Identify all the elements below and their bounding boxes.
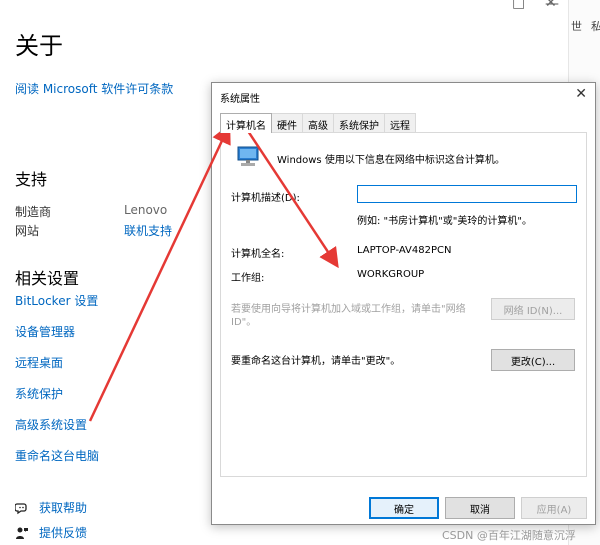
workgroup-value: WORKGROUP bbox=[357, 269, 425, 280]
device-manager-link[interactable]: 设备管理器 bbox=[15, 323, 75, 340]
network-id-button[interactable]: 网络 ID(N)... bbox=[491, 298, 575, 320]
website-label: 网站 bbox=[15, 224, 40, 238]
computer-name-panel: Windows 使用以下信息在网络中标识这台计算机。 计算机描述(D): 例如:… bbox=[220, 132, 587, 477]
computer-monitor-icon bbox=[235, 145, 261, 173]
system-properties-dialog: 系统属性 ✕ 计算机名 硬件 高级 系统保护 远程 Windows 使用以下信息… bbox=[211, 82, 596, 525]
feedback-label: 提供反馈 bbox=[39, 526, 88, 540]
computer-description-input[interactable] bbox=[357, 185, 577, 203]
tab-system-protection[interactable]: 系统保护 bbox=[333, 113, 385, 132]
restore-icon[interactable]: □ bbox=[512, 0, 525, 11]
related-settings-title: 相关设置 bbox=[15, 269, 80, 288]
rename-pc-link[interactable]: 重命名这台电脑 bbox=[15, 447, 99, 464]
get-help-row[interactable]: 获取帮助 bbox=[14, 499, 88, 516]
full-name-label: 计算机全名: bbox=[231, 249, 285, 260]
computer-description-label: 计算机描述(D): bbox=[231, 193, 300, 204]
csdn-watermark: CSDN @百年江湖随意沉浮 bbox=[442, 529, 576, 542]
ok-button[interactable]: 确定 bbox=[369, 497, 439, 519]
manufacturer-value: Lenovo bbox=[124, 203, 168, 217]
dialog-title: 系统属性 bbox=[220, 94, 260, 105]
tab-hardware[interactable]: 硬件 bbox=[271, 113, 303, 132]
feedback-row[interactable]: 提供反馈 bbox=[15, 524, 87, 541]
page-title: 关于 bbox=[15, 32, 63, 60]
description-example: 例如: "书房计算机"或"美玲的计算机"。 bbox=[357, 216, 532, 227]
get-help-label: 获取帮助 bbox=[39, 501, 88, 515]
strip-char-1: 世 bbox=[571, 20, 582, 33]
dialog-close-icon[interactable]: ✕ bbox=[575, 86, 587, 102]
remote-desktop-link[interactable]: 远程桌面 bbox=[15, 354, 63, 371]
tab-remote[interactable]: 远程 bbox=[384, 113, 416, 132]
apply-button[interactable]: 应用(A) bbox=[521, 497, 587, 519]
license-terms-link[interactable]: 阅读 Microsoft 软件许可条款 bbox=[15, 80, 173, 97]
full-name-value: LAPTOP-AV482PCN bbox=[357, 245, 452, 256]
change-button[interactable]: 更改(C)... bbox=[491, 349, 575, 371]
support-section-title: 支持 bbox=[15, 170, 48, 189]
system-protection-link[interactable]: 系统保护 bbox=[15, 385, 63, 402]
online-support-link[interactable]: 联机支持 bbox=[124, 222, 172, 239]
dialog-tabs: 计算机名 硬件 高级 系统保护 远程 bbox=[220, 113, 416, 133]
feedback-person-icon bbox=[15, 526, 29, 540]
rename-hint: 要重命名这台计算机，请单击"更改"。 bbox=[231, 356, 401, 367]
tab-advanced[interactable]: 高级 bbox=[302, 113, 334, 132]
tab-computer-name[interactable]: 计算机名 bbox=[220, 113, 272, 133]
manufacturer-label: 制造商 bbox=[15, 205, 52, 219]
window-close-icon[interactable]: ✕ bbox=[545, 0, 557, 11]
bitlocker-settings-link[interactable]: BitLocker 设置 bbox=[15, 292, 98, 309]
chat-help-icon bbox=[14, 501, 29, 515]
cancel-button[interactable]: 取消 bbox=[445, 497, 515, 519]
network-hint-line2: ID"。 bbox=[231, 317, 257, 328]
workgroup-label: 工作组: bbox=[231, 273, 265, 284]
advanced-system-settings-link[interactable]: 高级系统设置 bbox=[15, 416, 87, 433]
network-hint-line1: 若要使用向导将计算机加入域或工作组，请单击"网络 bbox=[231, 304, 466, 315]
strip-char-2: 私 bbox=[591, 20, 600, 33]
intro-text: Windows 使用以下信息在网络中标识这台计算机。 bbox=[277, 155, 505, 166]
